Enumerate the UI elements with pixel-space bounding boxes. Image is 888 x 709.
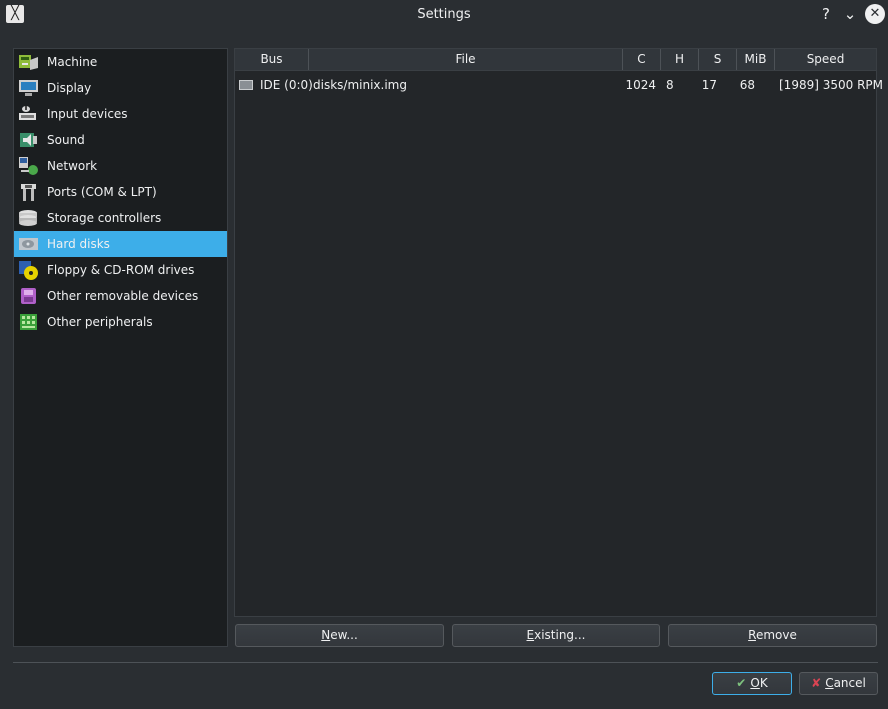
ok-button[interactable]: ✔ OK xyxy=(712,672,792,695)
button-label: ew... xyxy=(330,628,358,642)
mnemonic: R xyxy=(748,628,756,642)
sidebar-item-input-devices[interactable]: Input devices xyxy=(14,101,227,127)
sidebar-item-sound[interactable]: Sound xyxy=(14,127,227,153)
sidebar-item-ports[interactable]: Ports (COM & LPT) xyxy=(14,179,227,205)
column-header-mib[interactable]: MiB xyxy=(737,49,775,70)
column-header-h[interactable]: H xyxy=(661,49,699,70)
storage-controllers-icon xyxy=(19,210,37,226)
display-icon xyxy=(19,80,38,96)
cell-file: disks/minix.img xyxy=(313,78,407,92)
button-label: xisting... xyxy=(534,628,586,642)
button-label: ancel xyxy=(833,676,866,690)
button-label: K xyxy=(759,676,768,690)
column-header-speed[interactable]: Speed xyxy=(775,49,876,70)
cell-speed: [1989] 3500 RPM xyxy=(779,78,883,92)
column-header-c[interactable]: C xyxy=(623,49,661,70)
cell-mib: 68 xyxy=(739,78,755,92)
close-icon[interactable]: ✕ xyxy=(865,4,885,24)
mnemonic: N xyxy=(321,628,331,642)
cancel-button[interactable]: ✘ Cancel xyxy=(799,672,878,695)
cell-bus: IDE (0:0) xyxy=(260,78,313,92)
sidebar-item-floppy-cdrom[interactable]: Floppy & CD-ROM drives xyxy=(14,257,227,283)
peripherals-icon xyxy=(20,314,37,330)
sidebar-item-label: Storage controllers xyxy=(47,211,162,225)
network-icon xyxy=(19,157,38,175)
minimize-icon[interactable]: ⌄ xyxy=(840,4,860,24)
sidebar-item-hard-disks[interactable]: Hard disks xyxy=(14,231,227,257)
sidebar-item-label: Other removable devices xyxy=(47,289,199,303)
sidebar-item-display[interactable]: Display xyxy=(14,75,227,101)
mnemonic: C xyxy=(825,676,834,690)
sidebar-item-label: Input devices xyxy=(47,107,128,121)
window-title: Settings xyxy=(417,7,471,22)
sidebar-item-network[interactable]: Network xyxy=(14,153,227,179)
sidebar-item-label: Floppy & CD-ROM drives xyxy=(47,263,195,277)
title-bar: ╳ Settings ? ⌄ ✕ xyxy=(0,0,888,29)
hard-disks-table[interactable]: Bus File C H S MiB Speed IDE (0:0) disks… xyxy=(234,48,883,617)
sidebar-item-removable-devices[interactable]: Other removable devices xyxy=(14,283,227,309)
sidebar-item-machine[interactable]: Machine xyxy=(14,49,227,75)
table-header: Bus File C H S MiB Speed xyxy=(235,49,876,71)
removable-devices-icon xyxy=(21,288,36,304)
cell-s: 17 xyxy=(701,78,717,92)
sidebar-item-label: Hard disks xyxy=(47,237,110,251)
divider xyxy=(13,662,878,663)
ports-icon xyxy=(21,184,36,201)
remove-disk-button[interactable]: Remove xyxy=(668,624,877,647)
input-devices-icon xyxy=(19,106,36,120)
column-header-bus[interactable]: Bus xyxy=(235,49,309,70)
column-header-s[interactable]: S xyxy=(699,49,737,70)
hard-disk-icon xyxy=(19,238,38,250)
new-disk-button[interactable]: New... xyxy=(235,624,444,647)
sidebar-item-storage-controllers[interactable]: Storage controllers xyxy=(14,205,227,231)
sidebar-item-label: Machine xyxy=(47,55,98,69)
sound-icon xyxy=(20,133,37,147)
cell-h: 8 xyxy=(666,78,674,92)
sidebar-item-label: Network xyxy=(47,159,98,173)
mnemonic: E xyxy=(526,628,535,642)
button-label: emove xyxy=(755,628,797,642)
cell-c: 1024 xyxy=(625,78,656,92)
existing-disk-button[interactable]: Existing... xyxy=(452,624,660,647)
settings-category-list[interactable]: Machine Display Input devices Sound Netw… xyxy=(13,48,228,647)
sidebar-item-peripherals[interactable]: Other peripherals xyxy=(14,309,227,335)
floppy-cdrom-icon xyxy=(19,261,38,280)
mnemonic: O xyxy=(750,676,760,690)
table-row[interactable]: IDE (0:0) disks/minix.img 1024 8 17 68 [… xyxy=(235,74,883,96)
machine-icon xyxy=(19,55,38,70)
sidebar-item-label: Other peripherals xyxy=(47,315,153,329)
cancel-icon: ✘ xyxy=(811,676,822,690)
check-icon: ✔ xyxy=(736,676,747,690)
column-header-file[interactable]: File xyxy=(309,49,623,70)
hard-disk-icon xyxy=(239,80,253,90)
help-icon[interactable]: ? xyxy=(816,4,836,24)
sidebar-item-label: Sound xyxy=(47,133,85,147)
sidebar-item-label: Display xyxy=(47,81,92,95)
sidebar-item-label: Ports (COM & LPT) xyxy=(47,185,157,199)
